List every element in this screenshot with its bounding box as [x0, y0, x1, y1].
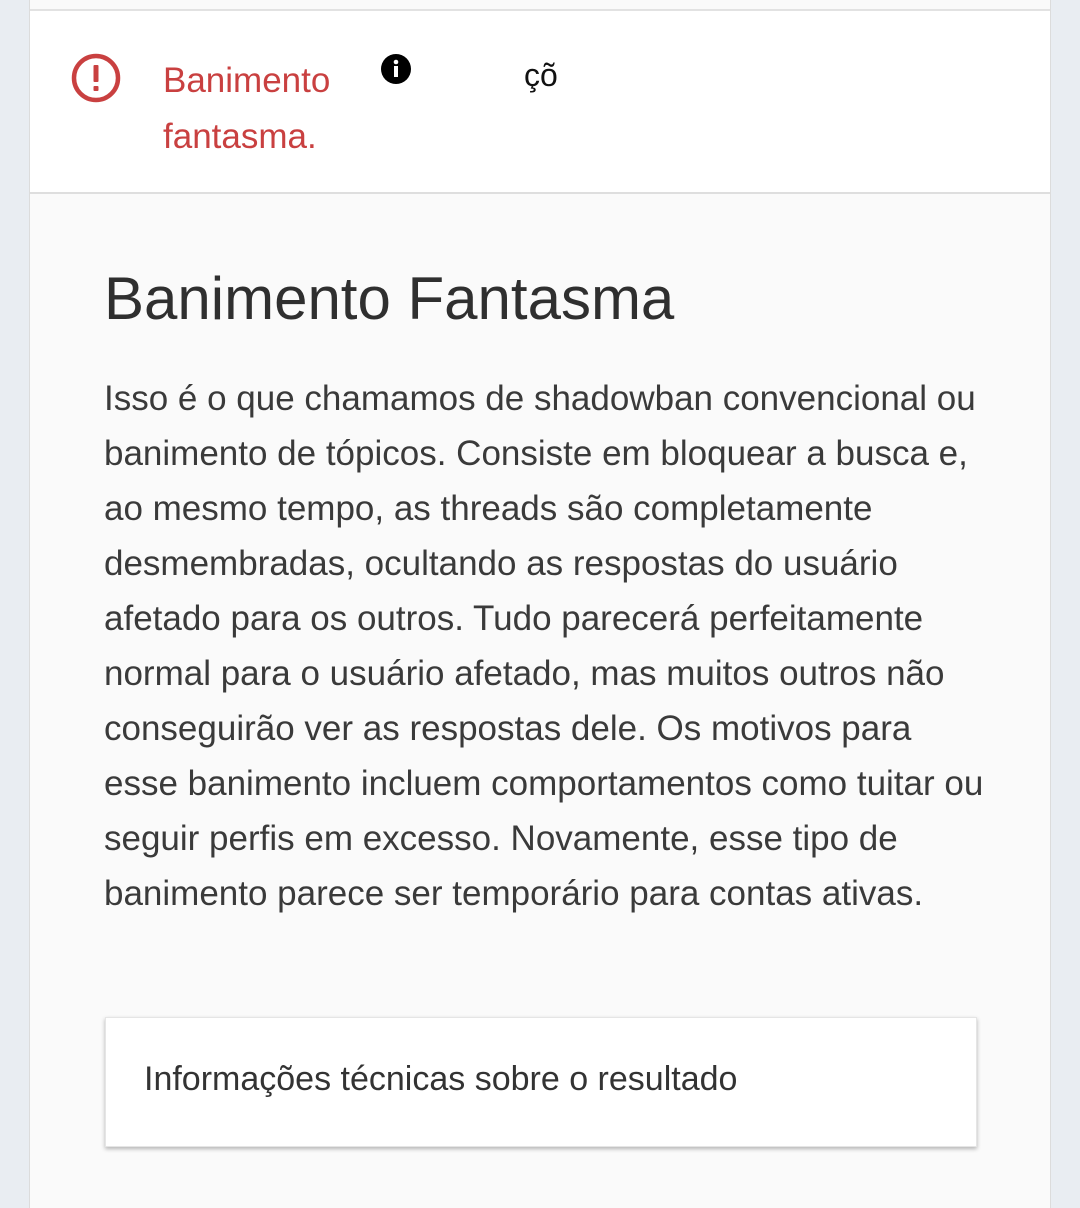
result-row: Banimento fantasma. çõ — [30, 11, 1050, 194]
result-value: çõ — [524, 57, 558, 93]
result-label: Banimento fantasma. — [163, 61, 331, 156]
alert-circle-icon — [71, 53, 121, 103]
section-title: Banimento Fantasma — [104, 265, 675, 332]
technical-info-panel[interactable]: Informações técnicas sobre o resultado — [105, 1017, 977, 1147]
info-icon[interactable] — [380, 53, 412, 85]
result-card: Banimento fantasma. çõ Banimento Fantasm… — [29, 0, 1051, 1208]
technical-info-label: Informações técnicas sobre o resultado — [144, 1060, 738, 1098]
section-description: Isso é o que chamamos de shadowban conve… — [104, 379, 984, 913]
